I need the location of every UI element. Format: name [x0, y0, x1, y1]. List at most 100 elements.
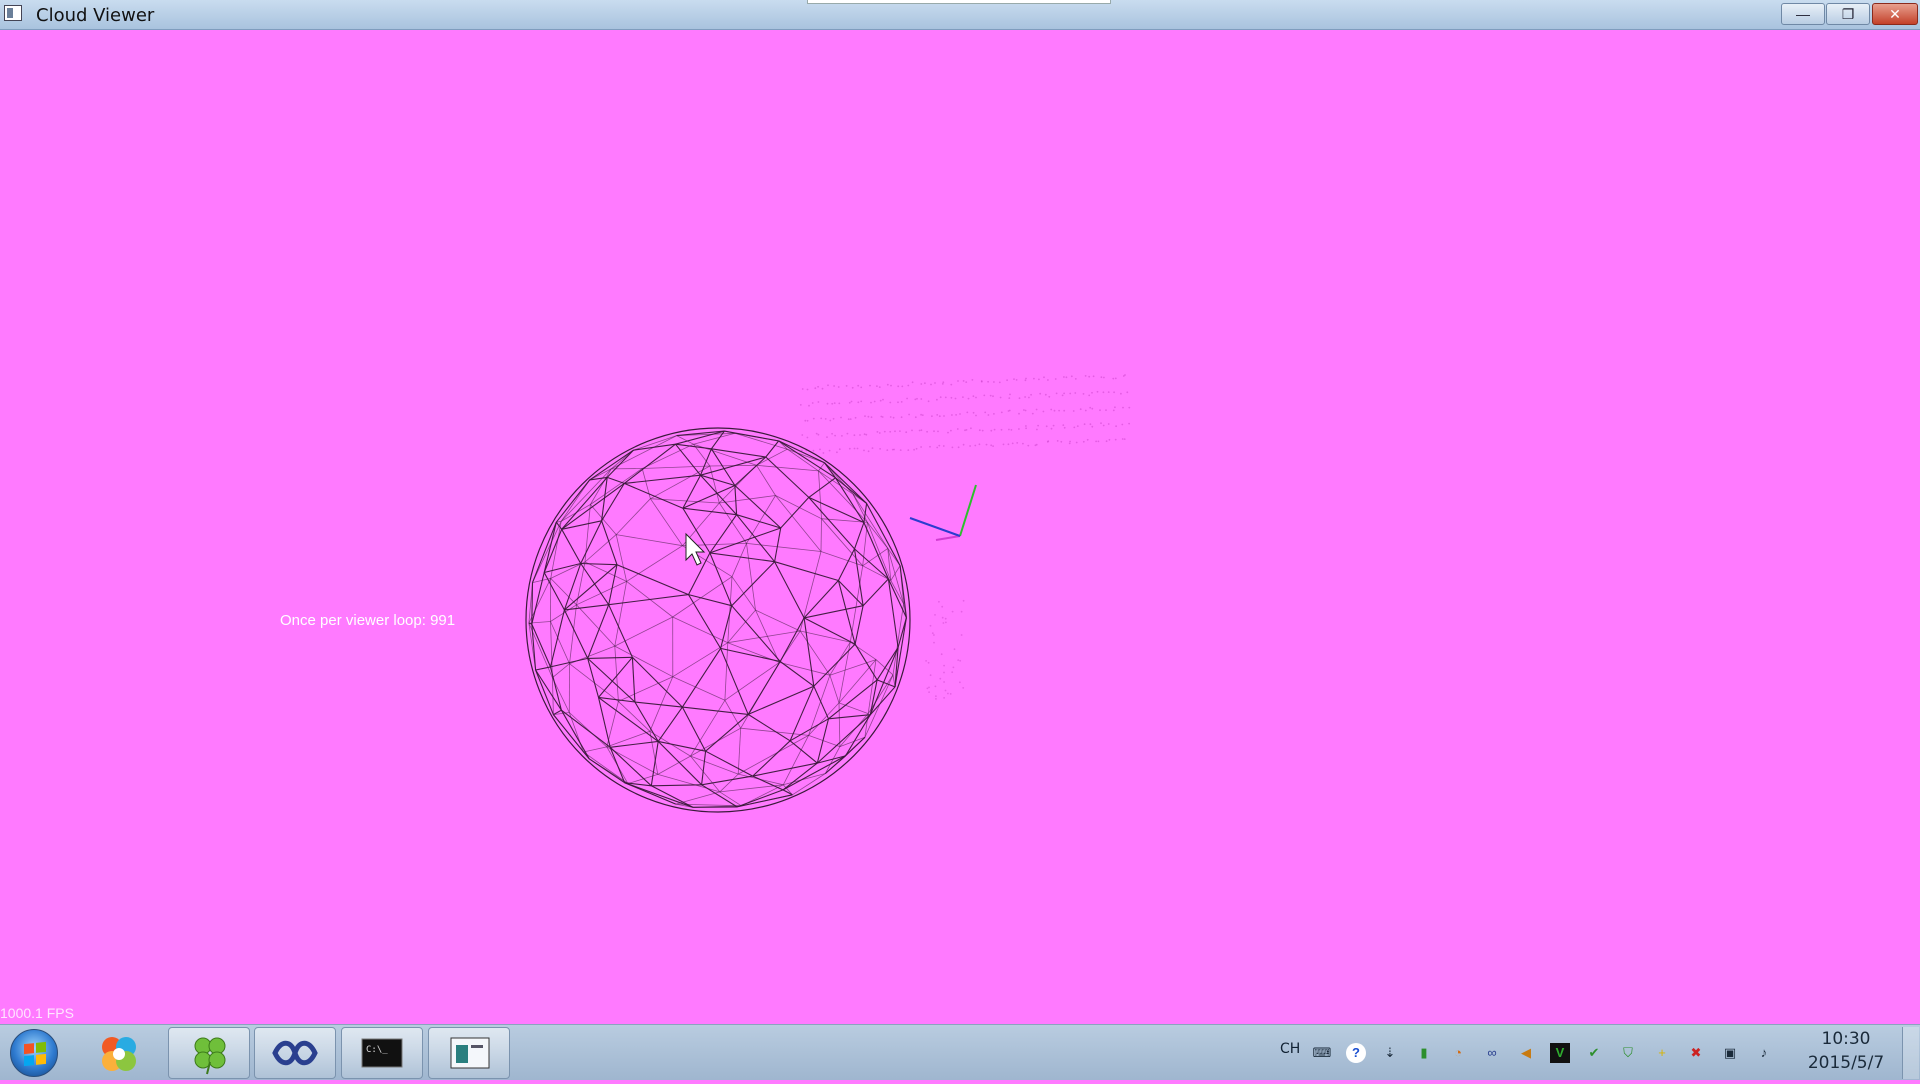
language-indicator[interactable]: CH: [1280, 1041, 1300, 1057]
network-error-icon[interactable]: ✖: [1686, 1043, 1706, 1063]
cloud-point: [924, 382, 926, 384]
mesh-edge: [581, 564, 617, 565]
vc-icon[interactable]: V: [1550, 1043, 1570, 1063]
cloud-point: [1083, 441, 1085, 443]
mesh-edge: [741, 662, 780, 728]
cloud-point: [1055, 378, 1057, 380]
mesh-edge: [590, 450, 634, 480]
mesh-edge: [702, 776, 753, 785]
cloud-point: [1103, 377, 1105, 379]
mesh-edge: [564, 605, 608, 610]
visual-studio-icon[interactable]: [254, 1027, 336, 1079]
cloud-point: [1027, 445, 1029, 447]
cloud-point: [1025, 378, 1027, 380]
help-icon[interactable]: ?: [1346, 1043, 1366, 1063]
show-desktop-button[interactable]: [1902, 1027, 1919, 1079]
cloud-point: [1077, 425, 1079, 427]
cloud-point: [984, 412, 986, 414]
cloud-point: [1045, 394, 1047, 396]
plus-icon[interactable]: +: [1652, 1043, 1672, 1063]
mesh-edge: [825, 463, 854, 494]
mesh-edge: [825, 463, 867, 504]
cloud-point: [1080, 408, 1082, 410]
restore-button[interactable]: ❐: [1826, 3, 1870, 25]
mesh-edge: [732, 543, 747, 576]
cloud-point: [1103, 391, 1105, 393]
cloud-point: [1069, 441, 1071, 443]
cloud-point: [1018, 413, 1020, 415]
cloud-point: [874, 401, 876, 403]
mesh-edge: [737, 515, 775, 562]
cloud-point: [992, 395, 994, 397]
clover-icon[interactable]: [168, 1027, 250, 1079]
cloud-point: [920, 383, 922, 385]
app-window-icon[interactable]: [4, 5, 22, 21]
cloud-point: [1120, 393, 1122, 395]
mesh-edge: [682, 707, 705, 751]
sphere-wireframe-mesh: [526, 428, 910, 812]
cloud-point: [907, 385, 909, 387]
minimize-button[interactable]: —: [1781, 3, 1825, 25]
mesh-edge: [682, 648, 720, 707]
cloud-point: [942, 381, 944, 383]
cloud-point: [933, 642, 935, 644]
cloud-point: [814, 387, 816, 389]
mesh-edge: [719, 503, 746, 543]
network-icon[interactable]: ▣: [1720, 1043, 1740, 1063]
mesh-edge: [676, 792, 720, 804]
clock-date[interactable]: 2015/5/7: [1800, 1053, 1892, 1073]
speaker-icon[interactable]: ♪: [1754, 1043, 1774, 1063]
cloud-point: [894, 430, 896, 432]
cloud-point: [817, 386, 819, 388]
cloud-viewer-window-icon[interactable]: [428, 1027, 510, 1079]
command-prompt-icon[interactable]: C:\_: [341, 1027, 423, 1079]
cloud-point: [859, 434, 861, 436]
cloud-point: [857, 401, 859, 403]
cloud-point: [1073, 410, 1075, 412]
mesh-edge: [624, 475, 700, 483]
cloud-point: [1075, 378, 1077, 380]
ime-options-icon[interactable]: ⇣: [1380, 1043, 1400, 1063]
cloud-point: [1060, 441, 1062, 443]
start-button[interactable]: [10, 1029, 58, 1077]
clock-time[interactable]: 10:30: [1800, 1029, 1892, 1049]
cloud-point: [1090, 423, 1092, 425]
mesh-edge: [855, 606, 863, 644]
volume-icon[interactable]: ◀: [1516, 1043, 1536, 1063]
cloud-point: [870, 402, 872, 404]
viewport-canvas[interactable]: [0, 30, 1920, 1024]
mesh-edge: [570, 605, 577, 664]
cloud-point: [1091, 426, 1093, 428]
usb-drive-icon[interactable]: ▮: [1414, 1043, 1434, 1063]
cloud-point: [1128, 407, 1130, 409]
cloud-point: [851, 401, 853, 403]
cloud-point: [1025, 379, 1027, 381]
infinity-icon[interactable]: ∞: [1482, 1043, 1502, 1063]
cloud-point: [999, 382, 1001, 384]
cloud-point: [808, 405, 810, 407]
cloud-point: [886, 449, 888, 451]
point-cloud-viewport[interactable]: Once per viewer loop: 991: [0, 30, 1920, 1024]
cloud-point: [969, 445, 971, 447]
cloud-point: [942, 383, 944, 385]
close-button[interactable]: ✕: [1872, 3, 1918, 25]
cloud-point: [1101, 376, 1103, 378]
mesh-edge: [673, 643, 728, 677]
cloud-point: [1063, 393, 1065, 395]
shield-check-icon[interactable]: ✔: [1584, 1043, 1604, 1063]
viewer-loop-text: Once per viewer loop: 991: [280, 612, 455, 629]
cloud-point: [936, 447, 938, 449]
cloud-point: [889, 431, 891, 433]
cloud-point: [840, 417, 842, 419]
cloud-point: [1113, 391, 1115, 393]
mesh-edge: [562, 529, 581, 563]
mesh-edge: [757, 465, 776, 495]
keyboard-icon[interactable]: ⌨: [1312, 1043, 1332, 1063]
search-tool-icon[interactable]: ◔: [1448, 1043, 1468, 1063]
cloud-point: [1121, 424, 1123, 426]
cloud-point: [975, 415, 977, 417]
security-shield-icon[interactable]: ⛉: [1618, 1043, 1638, 1063]
axis-y: [960, 485, 976, 536]
picasa-icon[interactable]: [88, 1027, 152, 1079]
cloud-point: [846, 385, 848, 387]
